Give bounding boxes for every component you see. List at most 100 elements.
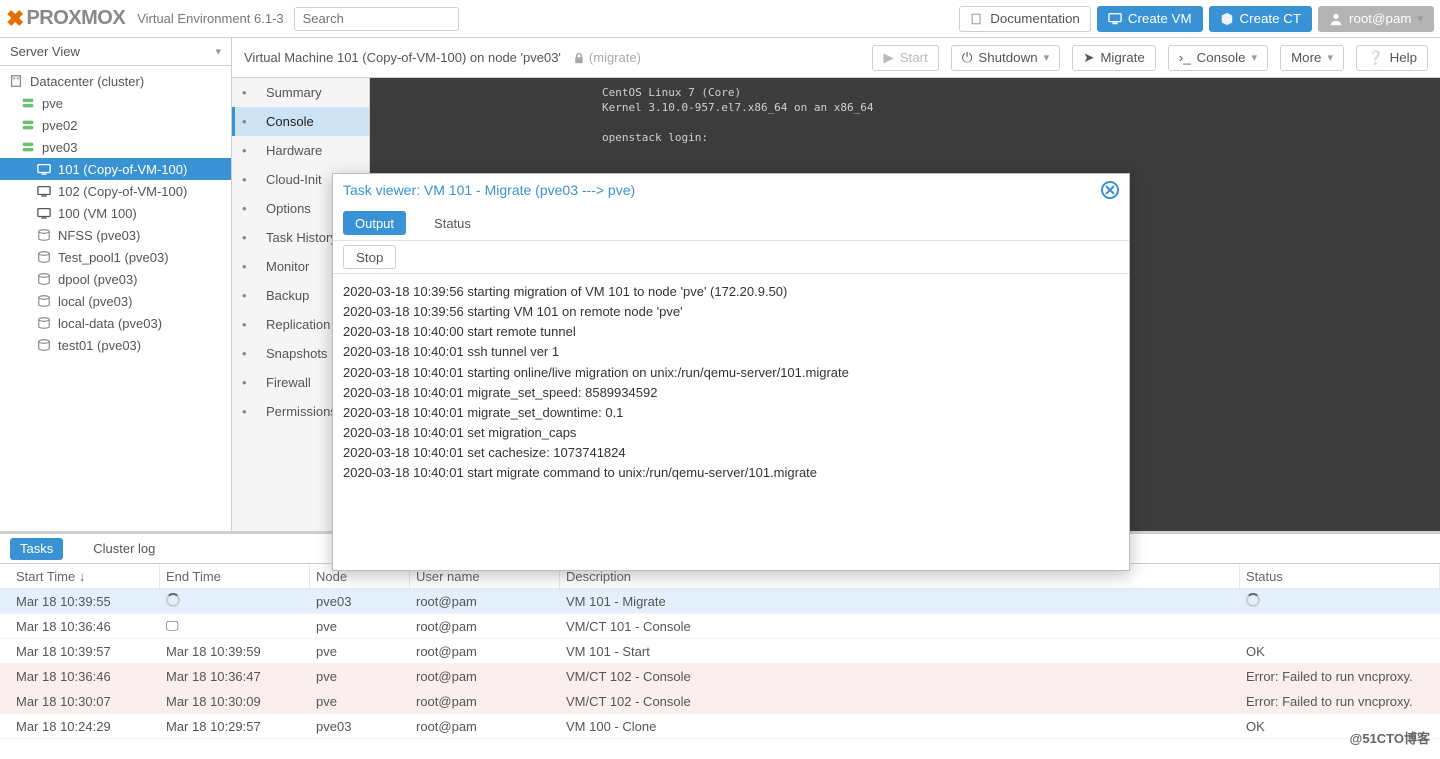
- col-start[interactable]: Start Time ↓: [10, 565, 160, 588]
- task-row[interactable]: Mar 18 10:24:29Mar 18 10:29:57pve03root@…: [0, 714, 1440, 739]
- menu-item-label: Monitor: [266, 259, 309, 274]
- power-icon: ⏻: [962, 50, 973, 66]
- terminal-icon: ›_: [1179, 50, 1191, 65]
- tree-item[interactable]: dpool (pve03): [0, 268, 231, 290]
- cell-user: root@pam: [410, 644, 560, 659]
- shutdown-button[interactable]: ⏻Shutdown▾: [951, 45, 1060, 71]
- tab-output[interactable]: Output: [343, 211, 406, 235]
- cell-desc: VM/CT 102 - Console: [560, 694, 1240, 709]
- cell-end: [160, 593, 310, 610]
- more-button[interactable]: More▾: [1280, 45, 1344, 71]
- cell-node: pve: [310, 669, 410, 684]
- close-icon[interactable]: [1101, 181, 1119, 199]
- log-line: 2020-03-18 10:40:01 migrate_set_downtime…: [343, 403, 1119, 423]
- cloud-icon: •: [242, 172, 256, 187]
- tab-cluster-log[interactable]: Cluster log: [83, 538, 165, 560]
- menu-item-label: Firewall: [266, 375, 311, 390]
- tree-item[interactable]: local-data (pve03): [0, 312, 231, 334]
- storage-icon: [36, 271, 52, 287]
- lock-icon: [573, 52, 585, 64]
- tree-item-label: Test_pool1 (pve03): [58, 250, 169, 265]
- documentation-button[interactable]: Documentation: [959, 6, 1091, 32]
- log-line: 2020-03-18 10:40:01 migrate_set_speed: 8…: [343, 383, 1119, 403]
- tree-item[interactable]: 100 (VM 100): [0, 202, 231, 224]
- task-row[interactable]: Mar 18 10:30:07Mar 18 10:30:09pveroot@pa…: [0, 689, 1440, 714]
- modal-title-text: Task viewer: VM 101 - Migrate (pve03 ---…: [343, 182, 635, 198]
- cell-user: root@pam: [410, 694, 560, 709]
- task-row[interactable]: Mar 18 10:39:57Mar 18 10:39:59pveroot@pa…: [0, 639, 1440, 664]
- menu-item-hardware[interactable]: •Hardware: [232, 136, 369, 165]
- cell-start: Mar 18 10:39:57: [10, 644, 160, 659]
- tree-item[interactable]: Datacenter (cluster): [0, 70, 231, 92]
- tree-item[interactable]: pve02: [0, 114, 231, 136]
- modal-titlebar[interactable]: Task viewer: VM 101 - Migrate (pve03 ---…: [333, 174, 1129, 206]
- log-line: 2020-03-18 10:40:01 ssh tunnel ver 1: [343, 342, 1119, 362]
- send-icon: ➤: [1083, 50, 1094, 66]
- storage-icon: [36, 315, 52, 331]
- chevron-down-icon: ▾: [1252, 51, 1258, 64]
- cell-desc: VM 101 - Migrate: [560, 594, 1240, 609]
- user-icon: [1329, 12, 1343, 26]
- log-line: 2020-03-18 10:40:00 start remote tunnel: [343, 322, 1119, 342]
- tree-item-label: local-data (pve03): [58, 316, 162, 331]
- server-icon: [20, 117, 36, 133]
- menu-item-label: Replication: [266, 317, 330, 332]
- cell-node: pve: [310, 619, 410, 634]
- tree-item-label: test01 (pve03): [58, 338, 141, 353]
- task-row[interactable]: Mar 18 10:39:55pve03root@pamVM 101 - Mig…: [0, 589, 1440, 614]
- create-ct-button[interactable]: Create CT: [1209, 6, 1312, 32]
- menu-item-label: Permissions: [266, 404, 337, 419]
- cell-status: OK: [1240, 644, 1440, 659]
- desktop-icon: •: [242, 143, 256, 158]
- menu-item-summary[interactable]: •Summary: [232, 78, 369, 107]
- tree-item[interactable]: test01 (pve03): [0, 334, 231, 356]
- create-vm-button[interactable]: Create VM: [1097, 6, 1203, 32]
- book-icon: [970, 12, 984, 26]
- col-status[interactable]: Status: [1240, 565, 1440, 588]
- tree-item[interactable]: Test_pool1 (pve03): [0, 246, 231, 268]
- spinner-icon: [1246, 593, 1260, 607]
- vm-icon: [36, 183, 52, 199]
- col-end[interactable]: End Time: [160, 565, 310, 588]
- tab-tasks[interactable]: Tasks: [10, 538, 63, 560]
- task-row[interactable]: Mar 18 10:36:46Mar 18 10:36:47pveroot@pa…: [0, 664, 1440, 689]
- play-icon: ▶: [883, 50, 893, 66]
- tree-item[interactable]: NFSS (pve03): [0, 224, 231, 246]
- terminal-icon: •: [242, 114, 256, 129]
- tree-item-label: pve: [42, 96, 63, 111]
- tab-status[interactable]: Status: [422, 211, 483, 235]
- menu-item-label: Backup: [266, 288, 309, 303]
- tree-item[interactable]: 101 (Copy-of-VM-100): [0, 158, 231, 180]
- cube-icon: [1220, 12, 1234, 26]
- list-icon: •: [242, 85, 256, 100]
- history-icon: •: [242, 346, 256, 361]
- menu-item-console[interactable]: • Console: [232, 107, 369, 136]
- stop-button[interactable]: Stop: [343, 245, 396, 269]
- console-button[interactable]: ›_Console▾: [1168, 45, 1268, 71]
- cell-start: Mar 18 10:36:46: [10, 619, 160, 634]
- lock-status: (migrate): [573, 50, 641, 65]
- cell-desc: VM/CT 101 - Console: [560, 619, 1240, 634]
- log-line: 2020-03-18 10:39:56 starting migration o…: [343, 282, 1119, 302]
- chevron-down-icon: ▾: [215, 45, 221, 58]
- view-selector[interactable]: Server View ▾: [0, 38, 231, 66]
- eye-icon: •: [242, 259, 256, 274]
- tree-item[interactable]: 102 (Copy-of-VM-100): [0, 180, 231, 202]
- chevron-down-icon: ▾: [1044, 51, 1050, 64]
- shield-icon: •: [242, 375, 256, 390]
- user-menu[interactable]: root@pam ▾: [1318, 6, 1434, 32]
- tree-item[interactable]: pve: [0, 92, 231, 114]
- tree-item[interactable]: pve03: [0, 136, 231, 158]
- cell-desc: VM 100 - Clone: [560, 719, 1240, 734]
- menu-item-label: Task History: [266, 230, 337, 245]
- menu-item-label: Cloud-Init: [266, 172, 322, 187]
- tree-item[interactable]: local (pve03): [0, 290, 231, 312]
- storage-icon: [36, 293, 52, 309]
- menu-item-label: Console: [266, 114, 314, 129]
- storage-icon: [36, 337, 52, 353]
- search-input[interactable]: [294, 7, 459, 31]
- migrate-button[interactable]: ➤Migrate: [1072, 45, 1156, 71]
- help-button[interactable]: ❔Help: [1356, 45, 1428, 71]
- task-row[interactable]: Mar 18 10:36:46🖵pveroot@pamVM/CT 101 - C…: [0, 614, 1440, 639]
- start-button[interactable]: ▶Start: [872, 45, 938, 71]
